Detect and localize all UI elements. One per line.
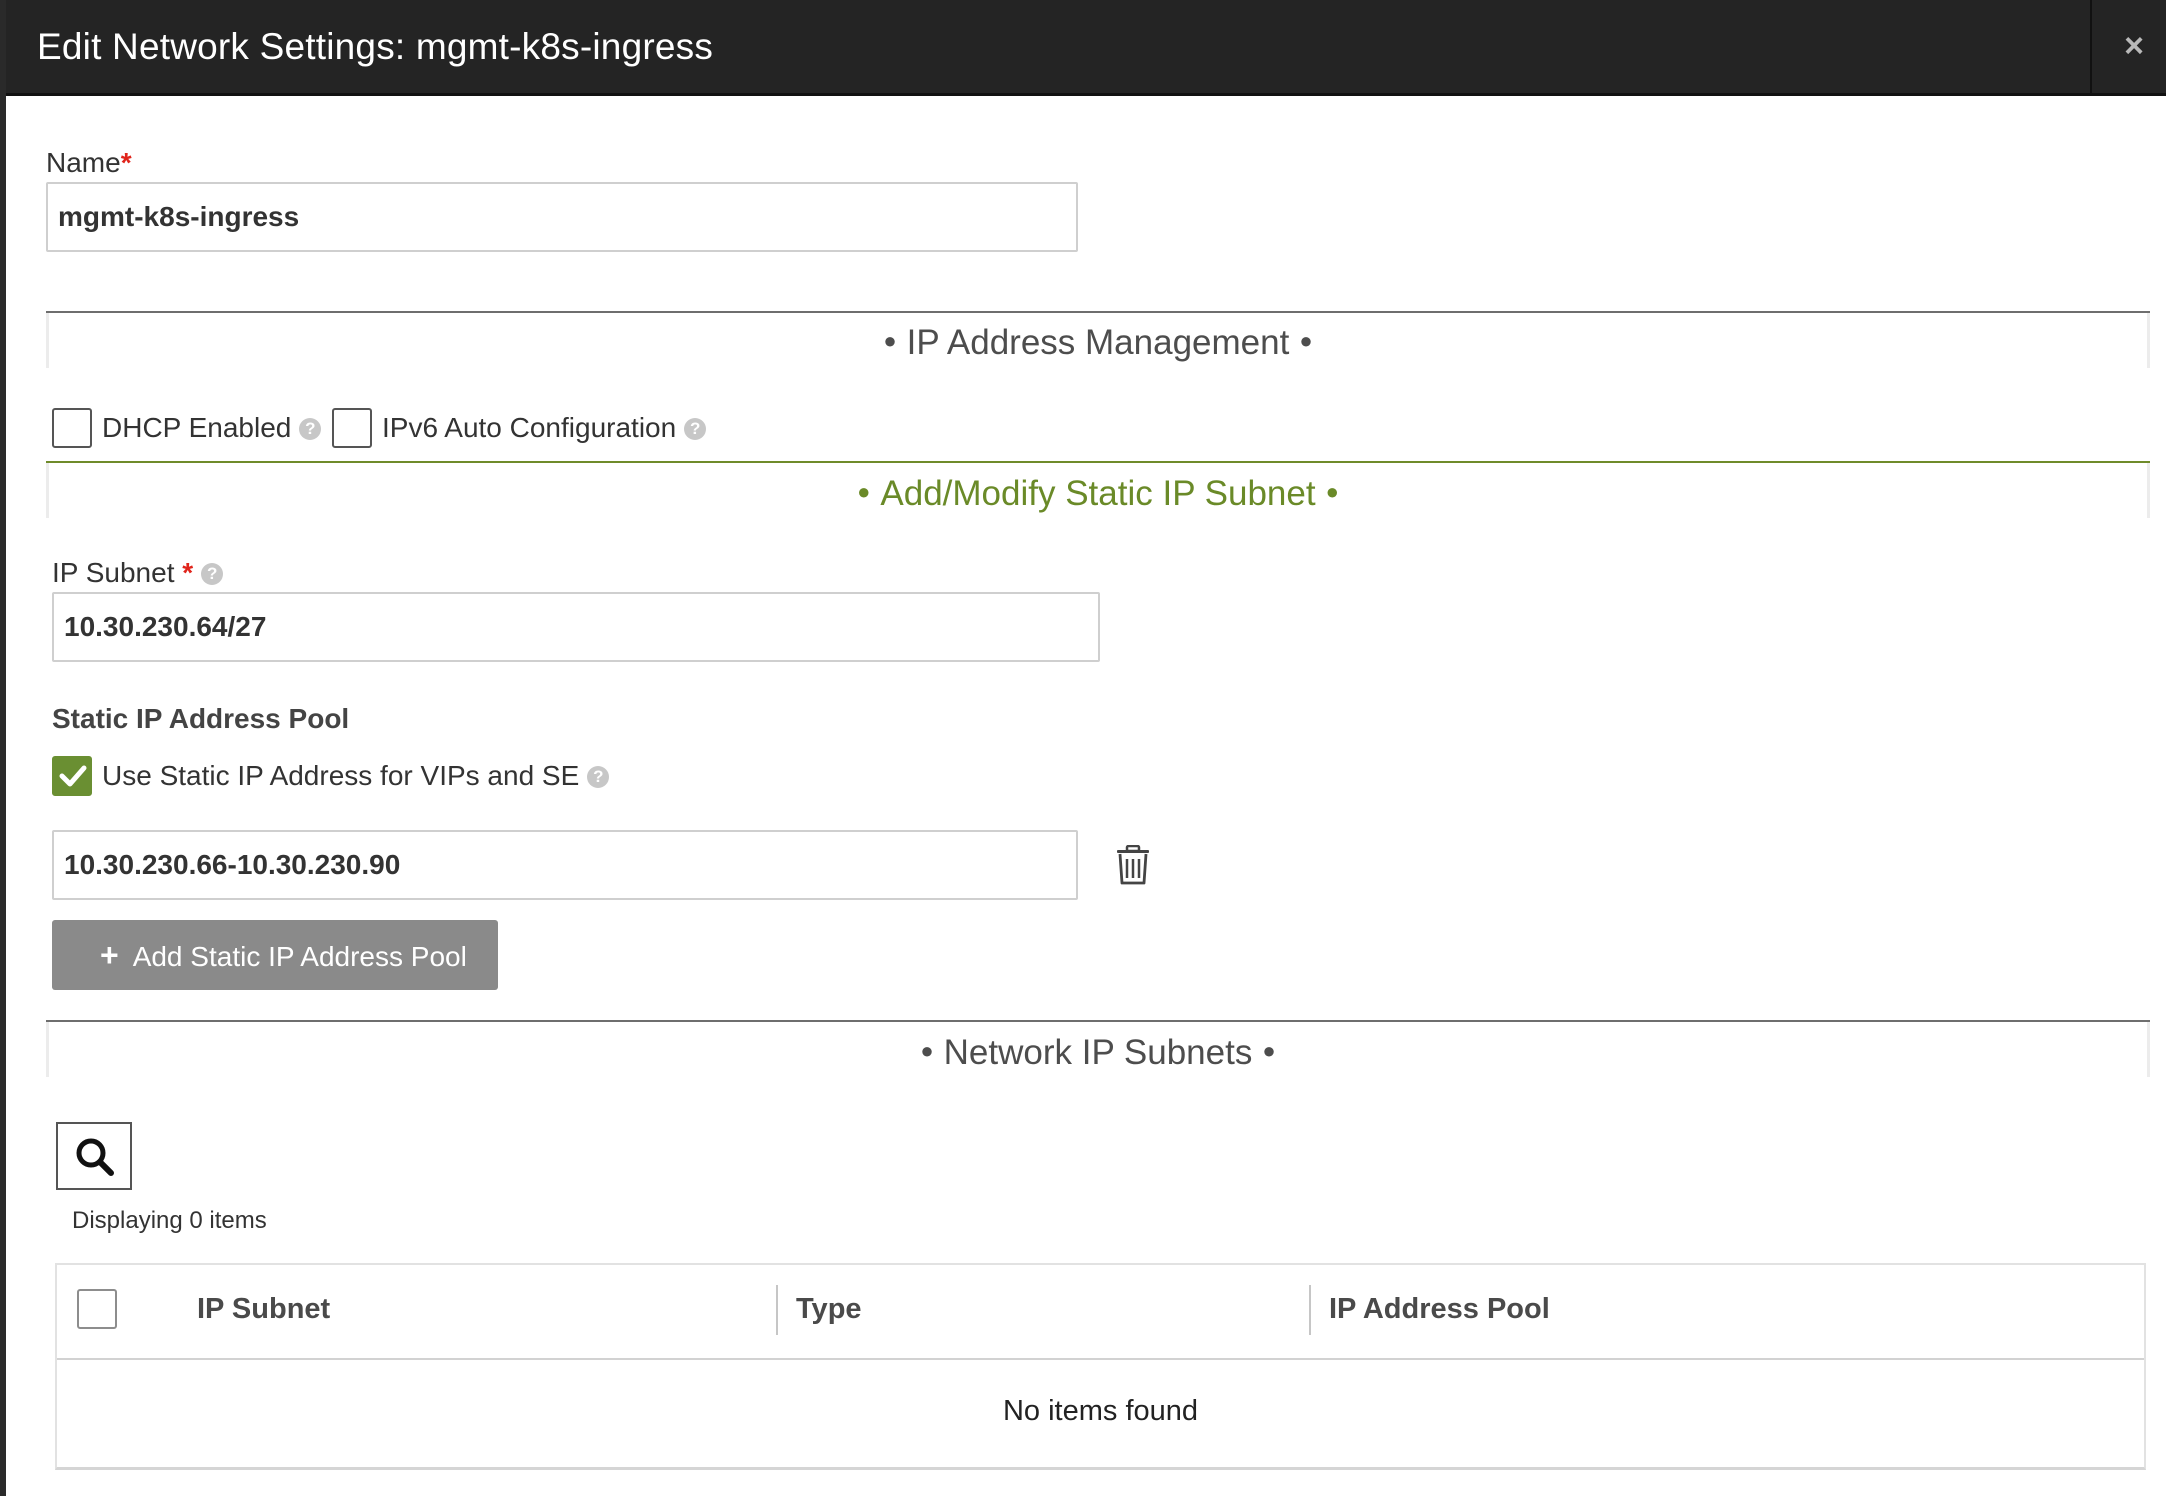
edit-network-modal: Edit Network Settings: mgmt-k8s-ingress … (0, 0, 2166, 1496)
ipv6-label-text: IPv6 Auto Configuration (382, 412, 677, 443)
close-icon[interactable]: × (2116, 28, 2152, 64)
column-header-ip-address-pool[interactable]: IP Address Pool (1329, 1293, 1550, 1326)
bullet: ● (1299, 328, 1313, 353)
plus-icon: + (100, 937, 119, 973)
dhcp-enabled-label: DHCP Enabled? (102, 412, 322, 444)
checkmark-icon (59, 765, 87, 787)
name-label-text: Name (46, 147, 121, 178)
ipv6-auto-config-label: IPv6 Auto Configuration? (382, 412, 707, 444)
required-mark: * (182, 557, 194, 588)
use-static-ip-checkbox[interactable] (52, 756, 92, 796)
column-header-type[interactable]: Type (796, 1293, 862, 1326)
use-static-ip-label-text: Use Static IP Address for VIPs and SE (102, 760, 580, 791)
add-static-pool-button[interactable]: + Add Static IP Address Pool (52, 920, 498, 990)
help-icon[interactable]: ? (299, 418, 322, 440)
static-subnet-section-header: ● Add/Modify Static IP Subnet ● (46, 461, 2150, 518)
network-subnets-table: IP Subnet Type IP Address Pool No items … (55, 1263, 2146, 1470)
trash-icon[interactable] (1116, 845, 1150, 885)
select-all-checkbox[interactable] (77, 1289, 117, 1329)
column-divider (776, 1285, 778, 1335)
ip-subnet-label-text: IP Subnet (52, 557, 175, 588)
ipam-section-title-text: IP Address Management (906, 323, 1290, 362)
network-subnets-section-title-text: Network IP Subnets (943, 1033, 1253, 1072)
table-header: IP Subnet Type IP Address Pool (57, 1265, 2144, 1360)
ipv6-auto-config-checkbox[interactable] (332, 408, 372, 448)
name-label: Name* (46, 147, 132, 179)
bullet: ● (1325, 479, 1339, 504)
bullet: ● (857, 479, 871, 504)
close-area: × (2090, 0, 2166, 96)
dhcp-label-text: DHCP Enabled (102, 412, 292, 443)
ip-subnet-label: IP Subnet *? (52, 557, 224, 589)
bullet: ● (1262, 1038, 1276, 1063)
static-subnet-section-title-text: Add/Modify Static IP Subnet (880, 474, 1316, 513)
static-pool-range-input[interactable]: 10.30.230.66-10.30.230.90 (52, 830, 1078, 900)
bullet: ● (883, 328, 897, 353)
empty-message: No items found (1002, 1395, 1199, 1427)
static-subnet-section-title: ● Add/Modify Static IP Subnet ● (46, 474, 2150, 514)
add-static-pool-button-label: Add Static IP Address Pool (132, 941, 467, 972)
dhcp-enabled-checkbox[interactable] (52, 408, 92, 448)
network-subnets-section-title: ● Network IP Subnets ● (46, 1033, 2150, 1073)
help-icon[interactable]: ? (684, 418, 707, 440)
static-pool-heading: Static IP Address Pool (52, 703, 350, 734)
help-icon[interactable]: ? (201, 563, 224, 585)
network-subnets-section-header: ● Network IP Subnets ● (46, 1020, 2150, 1077)
use-static-ip-label: Use Static IP Address for VIPs and SE? (102, 760, 610, 792)
help-icon[interactable]: ? (587, 766, 610, 788)
search-icon (76, 1138, 114, 1176)
name-input[interactable]: mgmt-k8s-ingress (46, 182, 1078, 252)
modal-title: Edit Network Settings: mgmt-k8s-ingress (37, 26, 714, 67)
bullet: ● (920, 1038, 934, 1063)
items-count: Displaying 0 items (72, 1207, 267, 1234)
ipam-section-header: ● IP Address Management ● (46, 311, 2150, 368)
ip-subnet-input[interactable]: 10.30.230.64/27 (52, 592, 1100, 662)
ipam-section-title: ● IP Address Management ● (46, 323, 2150, 363)
column-divider (1309, 1285, 1311, 1335)
required-mark: * (120, 147, 132, 178)
modal-header: Edit Network Settings: mgmt-k8s-ingress … (6, 0, 2166, 96)
search-button[interactable] (56, 1122, 132, 1190)
column-header-ip-subnet[interactable]: IP Subnet (197, 1293, 330, 1326)
